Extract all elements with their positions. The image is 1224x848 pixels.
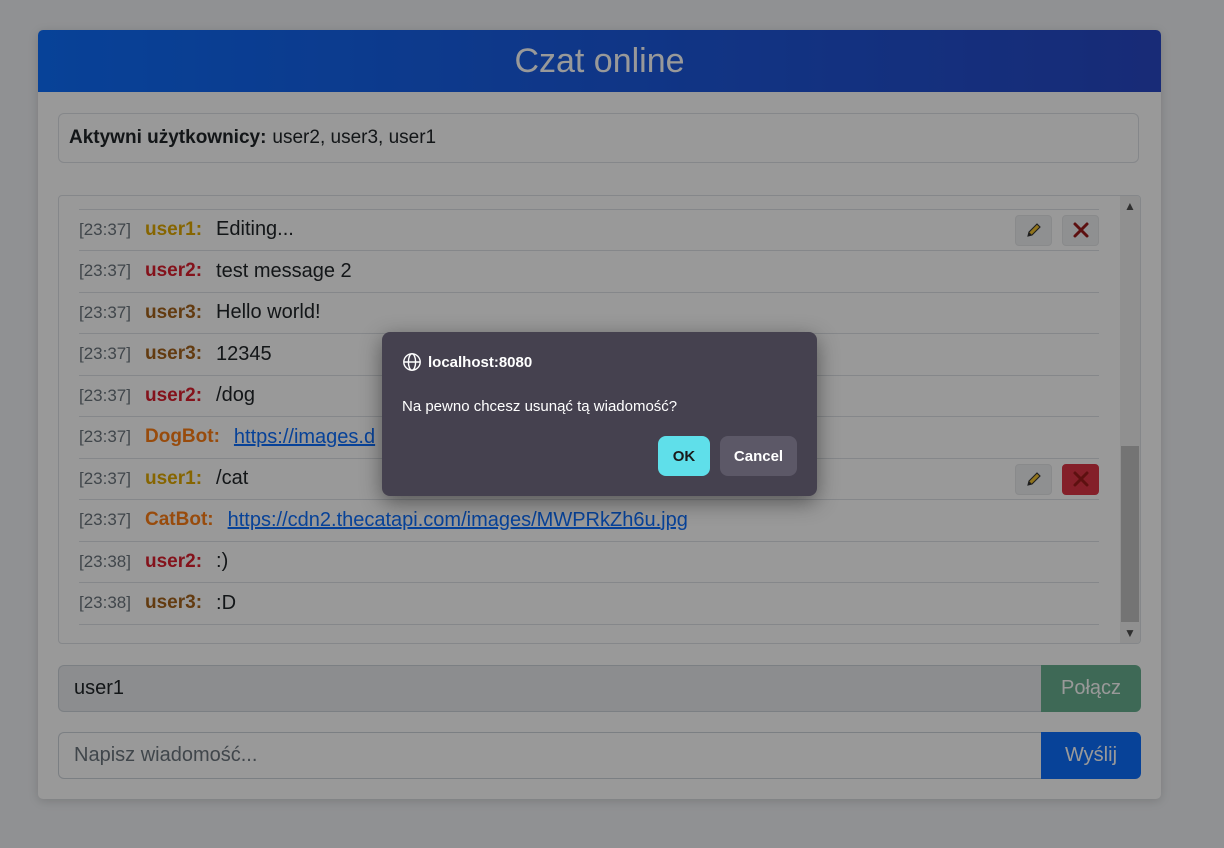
dialog-origin-text: localhost:8080 (428, 353, 533, 371)
dialog-message: Na pewno chcesz usunąć tą wiadomość? (402, 398, 678, 415)
ok-button[interactable]: OK (658, 436, 710, 476)
dialog-origin: localhost:8080 (402, 352, 532, 372)
globe-icon (403, 353, 421, 371)
confirm-dialog: localhost:8080 Na pewno chcesz usunąć tą… (382, 332, 817, 496)
cancel-button[interactable]: Cancel (720, 436, 797, 476)
